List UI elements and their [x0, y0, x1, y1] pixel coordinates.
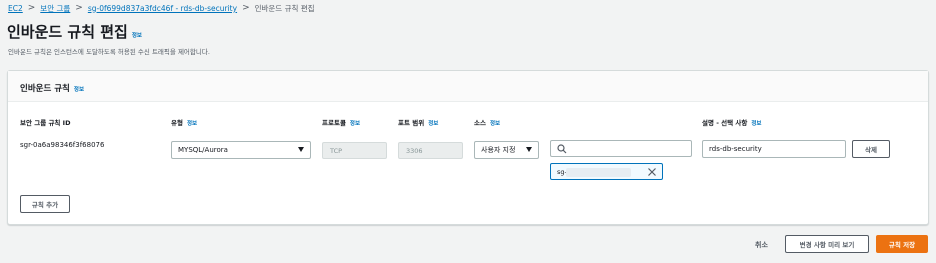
save-rules-button[interactable]: 규칙 저장: [876, 235, 928, 253]
source-token: sg-: [550, 163, 663, 180]
column-header-rule-id-label: 보안 그룹 규칙 ID: [20, 119, 71, 127]
breadcrumb-ec2-link[interactable]: EC2: [8, 4, 23, 13]
breadcrumb: EC2 > 보안 그룹 > sg-0f699d837a3fdc46f - rds…: [8, 2, 315, 14]
page-info-link[interactable]: 정보: [132, 31, 142, 39]
chevron-right-icon: >: [27, 2, 36, 13]
caret-down-icon: [526, 147, 532, 152]
protocol-field: TCP: [322, 142, 387, 159]
source-info-link[interactable]: 정보: [490, 119, 500, 127]
panel-title-row: 인바운드 규칙 정보: [20, 82, 84, 94]
panel-header: [8, 71, 928, 102]
delete-rule-button[interactable]: 삭제: [852, 140, 890, 158]
inbound-rules-panel: 인바운드 규칙 정보 보안 그룹 규칙 ID 유형 정보 프로토콜 정보 포트 …: [7, 70, 929, 225]
type-info-link[interactable]: 정보: [187, 119, 197, 127]
redacted-region: [566, 168, 631, 177]
column-header-rule-id: 보안 그룹 규칙 ID: [20, 117, 70, 127]
port-range-field: 3306: [398, 142, 463, 159]
column-header-description-label: 설명 - 선택 사항: [702, 119, 748, 127]
column-header-source-label: 소스: [474, 119, 486, 127]
column-header-protocol: 프로토콜 정보: [322, 117, 360, 127]
description-value: rds-db-security: [709, 145, 762, 153]
caret-down-icon: [298, 147, 304, 152]
column-header-protocol-label: 프로토콜: [322, 119, 346, 127]
description-info-link[interactable]: 정보: [751, 119, 761, 127]
column-header-type: 유형 정보: [171, 117, 197, 127]
panel-title: 인바운드 규칙: [20, 84, 70, 94]
column-header-description: 설명 - 선택 사항 정보: [702, 117, 762, 127]
breadcrumb-security-groups-link[interactable]: 보안 그룹: [40, 3, 70, 14]
source-type-value: 사용자 지정: [481, 146, 516, 154]
column-header-port-range: 포트 범위 정보: [398, 117, 438, 127]
add-rule-button[interactable]: 규칙 추가: [20, 195, 70, 213]
preview-changes-button[interactable]: 변경 사항 미리 보기: [785, 235, 869, 253]
close-icon[interactable]: [647, 167, 657, 177]
port-range-info-link[interactable]: 정보: [428, 119, 438, 127]
chevron-right-icon: >: [75, 2, 83, 13]
source-type-select[interactable]: 사용자 지정: [474, 141, 539, 159]
rule-id: sgr-0a6a98346f3f68076: [20, 141, 105, 149]
search-icon: [557, 144, 567, 154]
type-select-value: MYSQL/Aurora: [178, 146, 228, 154]
page-title: 인바운드 규칙 편집: [7, 23, 128, 41]
type-select[interactable]: MYSQL/Aurora: [171, 141, 311, 159]
column-header-port-range-label: 포트 범위: [398, 119, 425, 127]
page-title-row: 인바운드 규칙 편집 정보: [7, 21, 142, 42]
protocol-info-link[interactable]: 정보: [350, 119, 360, 127]
description-input[interactable]: rds-db-security: [702, 140, 846, 158]
panel-info-link[interactable]: 정보: [74, 85, 84, 93]
chevron-right-icon: >: [242, 2, 250, 13]
cancel-button[interactable]: 취소: [755, 240, 768, 250]
page-description: 인바운드 규칙은 인스턴스에 도달하도록 허용된 수신 트래픽을 제어합니다.: [8, 48, 210, 56]
breadcrumb-current: 인바운드 규칙 편집: [254, 3, 315, 13]
source-search-input[interactable]: [550, 140, 692, 157]
breadcrumb-security-group-link[interactable]: sg-0f699d837a3fdc46f - rds-db-security: [88, 4, 237, 13]
column-header-source: 소스 정보: [474, 117, 500, 127]
column-header-type-label: 유형: [171, 119, 183, 127]
